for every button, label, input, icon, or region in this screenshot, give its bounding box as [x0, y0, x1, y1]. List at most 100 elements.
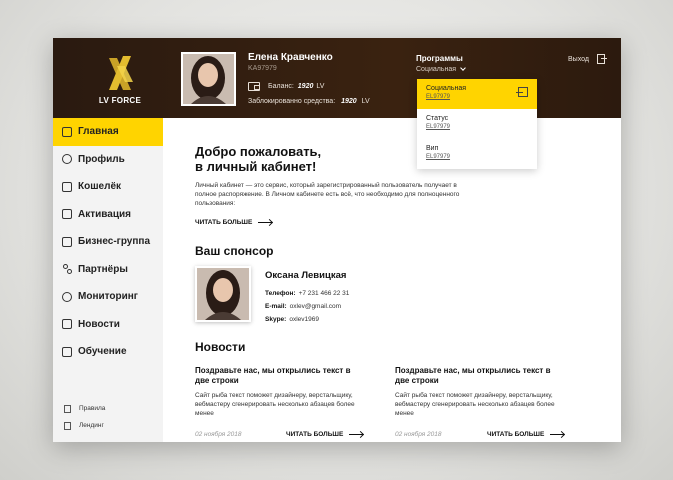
sponsor-skype: Skype: oxlev1969	[265, 316, 319, 323]
exit-button[interactable]: Выход	[568, 54, 607, 64]
programs-dropdown: Социальная EL97979 Статус EL97979 Вип EL…	[417, 79, 537, 169]
sidebar-item-business-group[interactable]: Бизнес-группа	[53, 228, 163, 256]
balance-value: 1920	[297, 83, 314, 90]
grid-icon	[62, 236, 72, 247]
logo[interactable]: LV FORCE	[83, 52, 157, 108]
news-item-date: 02 ноября 2018	[195, 431, 242, 438]
sidebar-item-profile[interactable]: Профиль	[53, 146, 163, 174]
balance-unit: LV	[316, 83, 325, 90]
balance-label: Баланс:	[268, 83, 294, 90]
sidebar-link-label: Правила	[79, 405, 106, 412]
news-section-title: Новости	[195, 340, 246, 354]
sidebar-item-news[interactable]: Новости	[53, 311, 163, 339]
sidebar-item-education[interactable]: Обучение	[53, 338, 163, 366]
sidebar-item-label: Новости	[78, 318, 120, 330]
sidebar-item-label: Мониторинг	[78, 291, 138, 303]
sidebar-item-label: Бизнес-группа	[78, 236, 151, 248]
user-id: KA97979	[248, 65, 277, 72]
blocked-label: Заблокированно средства:	[248, 98, 336, 105]
sponsor-phone-value[interactable]: +7 231 466 22 31	[299, 290, 350, 297]
news-item-date: 02 ноября 2018	[395, 431, 442, 438]
sidebar-item-label: Обучение	[78, 346, 127, 358]
exit-label: Выход	[568, 55, 589, 63]
document-icon	[64, 404, 71, 413]
sponsor-phone-label: Телефон:	[265, 290, 296, 297]
news-read-more-link[interactable]: ЧИТАТЬ БОЛЬШЕ	[286, 431, 364, 438]
check-icon	[62, 209, 72, 220]
arrow-right-icon	[349, 434, 364, 435]
welcome-title-line: Добро пожаловать,	[195, 144, 322, 159]
partners-icon	[62, 264, 72, 275]
blocked-value: 1920	[341, 98, 357, 105]
sidebar-item-label: Кошелёк	[78, 181, 122, 193]
logout-icon	[596, 54, 607, 64]
sidebar-item-wallet[interactable]: Кошелёк	[53, 173, 163, 201]
sidebar-item-partners[interactable]: Партнёры	[53, 256, 163, 284]
arrow-right-icon	[550, 434, 565, 435]
user-name: Елена Кравченко	[248, 52, 333, 63]
sidebar-link-landing[interactable]: Лендинг	[53, 417, 163, 434]
wallet-icon	[248, 82, 260, 91]
wallet-icon	[62, 181, 72, 192]
chevron-down-icon	[460, 65, 466, 71]
blocked-funds-row: Заблокированно средства: 1920 LV	[248, 98, 370, 105]
welcome-read-more-link[interactable]: ЧИТАТЬ БОЛЬШЕ	[195, 219, 273, 226]
enter-icon[interactable]	[516, 87, 528, 97]
read-more-label: ЧИТАТЬ БОЛЬШЕ	[487, 431, 545, 438]
read-more-label: ЧИТАТЬ БОЛЬШЕ	[195, 219, 253, 226]
program-option-code[interactable]: EL97979	[426, 124, 537, 130]
read-more-label: ЧИТАТЬ БОЛЬШЕ	[286, 431, 344, 438]
landing-icon	[64, 421, 71, 430]
program-option-vip[interactable]: Вип EL97979	[417, 139, 537, 169]
avatar-photo	[183, 54, 234, 104]
blocked-unit: LV	[361, 98, 370, 105]
sidebar-item-label: Профиль	[78, 153, 125, 165]
news-icon	[62, 319, 72, 330]
sponsor-email-value[interactable]: oxlev@gmail.com	[290, 303, 341, 310]
home-icon	[62, 126, 72, 137]
welcome-text: Личный кабинет — это сервис, который зар…	[195, 182, 460, 207]
sidebar-link-label: Лендинг	[79, 422, 104, 429]
app-window: LV FORCE Елена Кравченко KA97979 Баланс:…	[53, 38, 621, 442]
sponsor-photo	[195, 266, 251, 322]
sponsor-skype-label: Skype:	[265, 316, 287, 323]
program-option-status[interactable]: Статус EL97979	[417, 109, 537, 139]
sidebar: Главная Профиль Кошелёк Активация Бизнес…	[53, 118, 163, 442]
book-icon	[62, 346, 72, 357]
sidebar-sub-links: Правила Лендинг	[53, 400, 163, 434]
news-item-text: Сайт рыба текст поможет дизайнеру, верст…	[195, 392, 355, 417]
monitor-icon	[62, 291, 72, 302]
sidebar-item-label: Партнёры	[78, 263, 128, 275]
sidebar-item-home[interactable]: Главная	[53, 118, 163, 146]
logo-mark-icon	[109, 56, 133, 90]
program-option-label: Вип	[426, 145, 439, 152]
news-item-text: Сайт рыба текст поможет дизайнеру, верст…	[395, 392, 555, 417]
sponsor-photo-image	[197, 268, 249, 320]
sponsor-name: Оксана Левицкая	[265, 270, 347, 281]
user-icon	[62, 154, 72, 165]
programs-select[interactable]: Социальная	[416, 65, 466, 73]
programs-title: Программы	[416, 54, 463, 63]
programs-selected-value: Социальная	[416, 66, 457, 73]
program-option-label: Статус	[426, 115, 449, 122]
balance-row: Баланс: 1920 LV	[248, 82, 324, 91]
sidebar-item-activation[interactable]: Активация	[53, 201, 163, 229]
sponsor-email-label: E-mail:	[265, 303, 287, 310]
welcome-title: Добро пожаловать, в личный кабинет!	[195, 144, 395, 174]
news-item-title[interactable]: Поздравьте нас, мы открылись текст в две…	[195, 366, 365, 386]
sponsor-section-title: Ваш спонсор	[195, 244, 274, 258]
program-option-code[interactable]: EL97979	[426, 154, 537, 160]
program-option-social[interactable]: Социальная EL97979	[417, 79, 537, 109]
avatar[interactable]	[181, 52, 236, 106]
main-content: Добро пожаловать, в личный кабинет! Личн…	[195, 118, 615, 442]
sidebar-item-monitoring[interactable]: Мониторинг	[53, 283, 163, 311]
news-read-more-link[interactable]: ЧИТАТЬ БОЛЬШЕ	[487, 431, 565, 438]
arrow-right-icon	[258, 222, 273, 223]
sidebar-item-label: Главная	[78, 126, 119, 138]
sidebar-link-rules[interactable]: Правила	[53, 400, 163, 417]
sponsor-skype-value[interactable]: oxlev1969	[289, 316, 319, 323]
sidebar-item-label: Активация	[78, 208, 131, 220]
logo-text: LV FORCE	[98, 96, 142, 105]
news-item-title[interactable]: Поздравьте нас, мы открылись текст в две…	[395, 366, 565, 386]
sponsor-phone: Телефон: +7 231 466 22 31	[265, 290, 349, 297]
